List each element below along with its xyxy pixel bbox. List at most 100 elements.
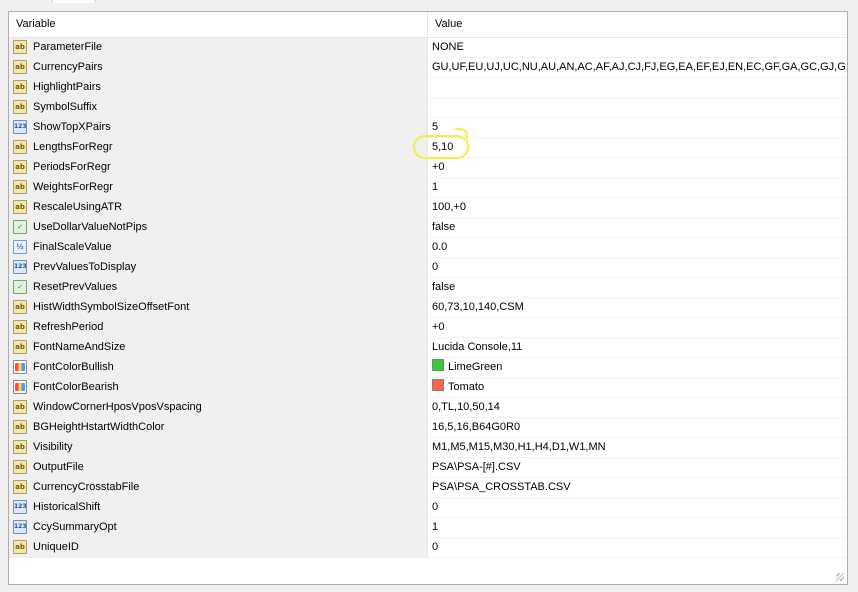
parameter-name-cell[interactable]: ab WindowCornerHposVposVspacing (9, 398, 428, 417)
parameter-value-cell[interactable] (429, 78, 847, 97)
parameter-name-cell[interactable]: ab ParameterFile (9, 38, 428, 57)
parameter-name-cell[interactable]: ½ FinalScaleValue (9, 238, 428, 257)
color-swatch[interactable] (432, 379, 444, 391)
color-swatch[interactable] (432, 359, 444, 371)
parameter-value-cell[interactable]: 0 (429, 498, 847, 517)
parameter-value-cell[interactable]: 0 (429, 258, 847, 277)
parameter-value: 5,10 (432, 141, 454, 153)
parameter-value-cell[interactable]: 60,73,10,140,CSM (429, 298, 847, 317)
parameter-value-cell[interactable]: 100,+0 (429, 198, 847, 217)
parameter-value-cell[interactable]: 5 (429, 118, 847, 137)
parameter-name-cell[interactable]: ✓ UseDollarValueNotPips (9, 218, 428, 237)
parameter-row[interactable]: ab CurrencyCrosstabFile PSA\PSA_CROSSTAB.C… (9, 478, 847, 498)
parameter-row[interactable]: ab HighlightPairs (9, 78, 847, 98)
parameter-value-cell[interactable]: 5,10 (429, 138, 847, 157)
parameter-name-cell[interactable]: ab OutputFile (9, 458, 428, 477)
double-icon: ½ (13, 240, 27, 254)
parameter-value-cell[interactable]: PSA\PSA_CROSSTAB.CSV (429, 478, 847, 497)
parameter-value-cell[interactable]: NONE (429, 38, 847, 57)
parameter-name-cell[interactable]: 123 ShowTopXPairs (9, 118, 428, 137)
string-icon: ab (13, 160, 27, 174)
parameter-name-cell[interactable]: ab WeightsForRegr (9, 178, 428, 197)
parameter-row[interactable]: ab UniqueID 0 (9, 538, 847, 558)
parameter-row[interactable]: ½ FinalScaleValue 0.0 (9, 238, 847, 258)
parameter-name: PrevValuesToDisplay (33, 261, 137, 273)
parameter-value-cell[interactable]: Tomato (429, 378, 847, 397)
parameter-name-cell[interactable]: ab Visibility (9, 438, 428, 457)
parameter-value: +0 (432, 321, 445, 333)
parameter-row[interactable]: ab HistWidthSymbolSizeOffsetFont 60,73,10,… (9, 298, 847, 318)
string-icon: ab (13, 460, 27, 474)
parameter-value-cell[interactable]: false (429, 278, 847, 297)
parameter-value-cell[interactable] (429, 98, 847, 117)
parameter-name-cell[interactable]: ab HistWidthSymbolSizeOffsetFont (9, 298, 428, 317)
column-header-variable[interactable]: Variable (9, 12, 428, 37)
parameter-name-cell[interactable]: ab UniqueID (9, 538, 428, 557)
tab-selected[interactable] (52, 0, 96, 3)
parameter-row[interactable]: 123 CcySummaryOpt 1 (9, 518, 847, 538)
parameter-value: 0,TL,10,50,14 (432, 401, 500, 413)
parameter-name: RefreshPeriod (33, 321, 104, 333)
parameter-value: NONE (432, 41, 464, 53)
parameter-row[interactable]: ab PeriodsForRegr +0 (9, 158, 847, 178)
color-icon (13, 360, 27, 374)
parameter-value-cell[interactable]: 1 (429, 518, 847, 537)
parameter-row[interactable]: ✓ UseDollarValueNotPips false (9, 218, 847, 238)
parameter-row[interactable]: ab FontNameAndSize Lucida Console,11 (9, 338, 847, 358)
parameter-name-cell[interactable]: ab BGHeightHstartWidthColor (9, 418, 428, 437)
parameter-value-cell[interactable]: LimeGreen (429, 358, 847, 377)
parameter-row[interactable]: ab SymbolSuffix (9, 98, 847, 118)
parameter-value-cell[interactable]: 0.0 (429, 238, 847, 257)
parameter-value-cell[interactable]: +0 (429, 318, 847, 337)
parameter-row[interactable]: ab OutputFile PSA\PSA-[#].CSV (9, 458, 847, 478)
parameter-name-cell[interactable]: 123 CcySummaryOpt (9, 518, 428, 537)
parameter-row[interactable]: ab LengthsForRegr 5,10 (9, 138, 847, 158)
parameter-row[interactable]: 123 HistoricalShift 0 (9, 498, 847, 518)
parameter-row[interactable]: ✓ ResetPrevValues false (9, 278, 847, 298)
boolean-icon: ✓ (13, 280, 27, 294)
parameter-value-cell[interactable]: 0 (429, 538, 847, 557)
parameter-value-cell[interactable]: 0,TL,10,50,14 (429, 398, 847, 417)
parameter-name-cell[interactable]: ab PeriodsForRegr (9, 158, 428, 177)
parameter-value-cell[interactable]: 1 (429, 178, 847, 197)
parameter-name-cell[interactable]: ab CurrencyPairs (9, 58, 428, 77)
parameter-name-cell[interactable]: FontColorBullish (9, 358, 428, 377)
parameter-value-cell[interactable]: GU,UF,EU,UJ,UC,NU,AU,AN,AC,AF,AJ,CJ,FJ,E… (429, 58, 847, 77)
parameter-name-cell[interactable]: ab SymbolSuffix (9, 98, 428, 117)
parameter-row[interactable]: FontColorBearish Tomato (9, 378, 847, 398)
parameter-row[interactable]: ab WeightsForRegr 1 (9, 178, 847, 198)
resize-grip-icon[interactable] (836, 573, 844, 581)
parameter-row[interactable]: ab BGHeightHstartWidthColor 16,5,16,B64G0R… (9, 418, 847, 438)
parameter-name: CurrencyCrosstabFile (33, 481, 140, 493)
parameter-name: RescaleUsingATR (33, 201, 123, 213)
parameter-value-cell[interactable]: PSA\PSA-[#].CSV (429, 458, 847, 477)
parameter-name-cell[interactable]: 123 HistoricalShift (9, 498, 428, 517)
parameter-name-cell[interactable]: FontColorBearish (9, 378, 428, 397)
parameter-value-cell[interactable]: Lucida Console,11 (429, 338, 847, 357)
parameter-row[interactable]: ab Visibility M1,M5,M15,M30,H1,H4,D1,W1,MN (9, 438, 847, 458)
parameter-name-cell[interactable]: ab LengthsForRegr (9, 138, 428, 157)
parameter-value-cell[interactable]: M1,M5,M15,M30,H1,H4,D1,W1,MN (429, 438, 847, 457)
parameter-name-cell[interactable]: ab RefreshPeriod (9, 318, 428, 337)
parameter-name-cell[interactable]: ✓ ResetPrevValues (9, 278, 428, 297)
parameter-row[interactable]: ab WindowCornerHposVposVspacing 0,TL,10,50… (9, 398, 847, 418)
parameter-name-cell[interactable]: ab CurrencyCrosstabFile (9, 478, 428, 497)
column-header-value[interactable]: Value (428, 12, 847, 37)
parameter-row[interactable]: 123 ShowTopXPairs 5 (9, 118, 847, 138)
string-icon: ab (13, 80, 27, 94)
parameter-value-cell[interactable]: 16,5,16,B64G0R0 (429, 418, 847, 437)
parameter-value-cell[interactable]: false (429, 218, 847, 237)
parameter-value: 16,5,16,B64G0R0 (432, 421, 521, 433)
parameter-name-cell[interactable]: ab RescaleUsingATR (9, 198, 428, 217)
parameter-row[interactable]: ab ParameterFile NONE (9, 38, 847, 58)
parameter-row[interactable]: ab RescaleUsingATR 100,+0 (9, 198, 847, 218)
parameter-row[interactable]: ab CurrencyPairs GU,UF,EU,UJ,UC,NU,AU,AN,A… (9, 58, 847, 78)
parameter-value: 0 (432, 541, 439, 553)
parameter-name-cell[interactable]: ab HighlightPairs (9, 78, 428, 97)
parameter-name-cell[interactable]: 123 PrevValuesToDisplay (9, 258, 428, 277)
parameter-row[interactable]: ab RefreshPeriod +0 (9, 318, 847, 338)
parameter-row[interactable]: 123 PrevValuesToDisplay 0 (9, 258, 847, 278)
parameter-name-cell[interactable]: ab FontNameAndSize (9, 338, 428, 357)
parameter-value-cell[interactable]: +0 (429, 158, 847, 177)
parameter-row[interactable]: FontColorBullish LimeGreen (9, 358, 847, 378)
